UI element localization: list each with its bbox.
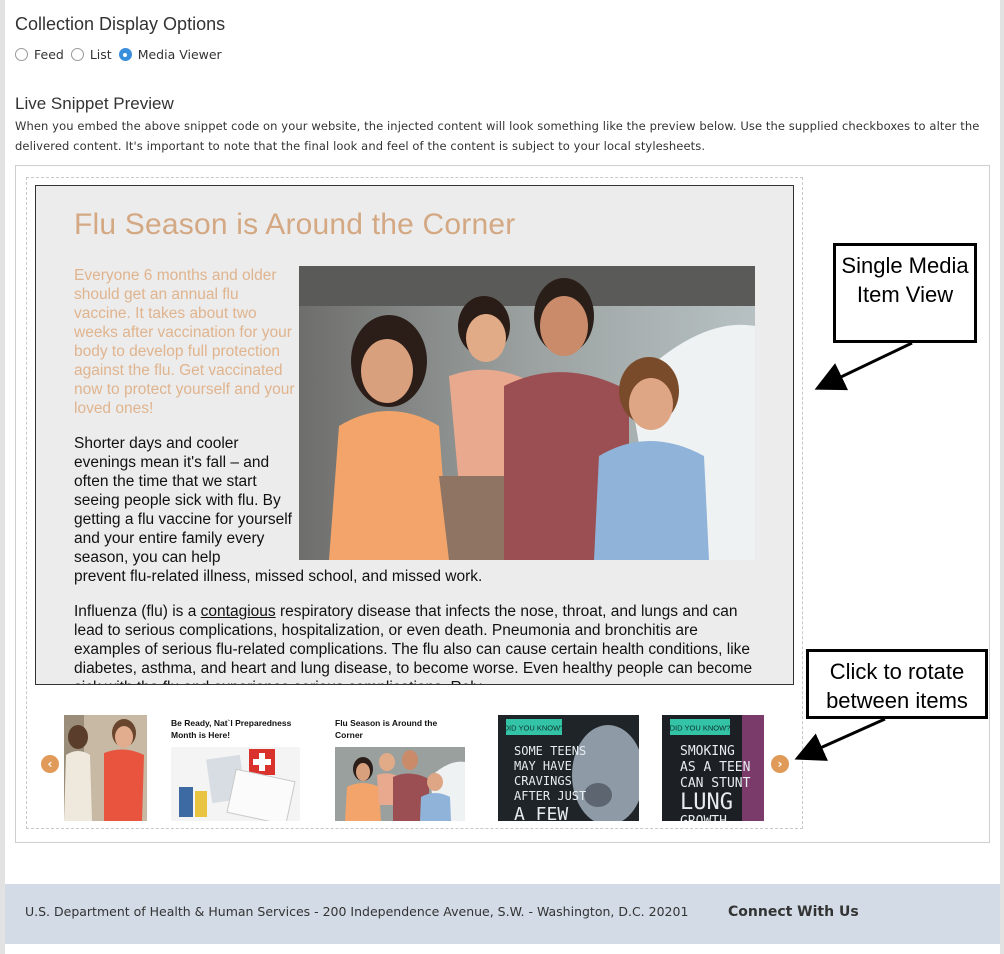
radio-media-viewer-button[interactable]	[118, 48, 132, 61]
media-item-title: Flu Season is Around the Corner	[74, 208, 516, 241]
media-viewer-panel[interactable]: Flu Season is Around the Corner Everyone…	[35, 185, 794, 685]
radio-feed-button[interactable]	[15, 48, 28, 61]
callout-single-media-item-view: Single Media Item View	[833, 243, 977, 343]
paragraph-2-start: Influenza (flu) is a	[74, 603, 201, 620]
svg-text:CRAVINGS: CRAVINGS	[514, 774, 572, 788]
carousel-item-1[interactable]	[64, 715, 147, 821]
radio-list[interactable]: List	[70, 47, 112, 62]
preview-description: When you embed the above snippet code on…	[15, 119, 980, 153]
svg-text:GROWTH: GROWTH	[680, 814, 727, 821]
live-snippet-preview-heading: Live Snippet Preview	[15, 94, 174, 113]
collection-display-options-heading: Collection Display Options	[15, 14, 226, 34]
chevron-right-icon: ›	[777, 757, 783, 771]
carousel-item-4-badge: DID YOU KNOW?	[504, 724, 565, 733]
carousel-item-3-caption: Flu Season is Around the Corner	[335, 718, 438, 740]
carousel-item-2-caption: Be Ready, Nat`l Preparedness Month is He…	[171, 718, 292, 740]
media-item-lead-text: Everyone 6 months and older should get a…	[74, 267, 295, 417]
svg-text:MAY HAVE: MAY HAVE	[514, 759, 572, 773]
footer-address: U.S. Department of Health & Human Servic…	[25, 904, 689, 919]
svg-text:A FEW: A FEW	[514, 804, 568, 821]
carousel-item-2[interactable]: Be Ready, Nat`l Preparedness Month is He…	[171, 715, 300, 821]
contagious-link[interactable]: contagious	[201, 603, 276, 620]
svg-text:SOME TEENS: SOME TEENS	[514, 744, 586, 758]
page-frame-left	[0, 0, 5, 954]
radio-feed[interactable]: Feed	[15, 47, 64, 62]
carousel-item-3[interactable]: Flu Season is Around the Corner	[335, 715, 465, 821]
callout-click-to-rotate: Click to rotate between items	[806, 649, 988, 719]
media-item-paragraph-1-end: prevent flu-related illness, missed scho…	[74, 568, 483, 585]
svg-text:SMOKING: SMOKING	[680, 744, 735, 759]
radio-media-viewer[interactable]: Media Viewer	[118, 47, 222, 62]
svg-text:CAN STUNT: CAN STUNT	[680, 776, 751, 791]
page-frame-right	[1000, 0, 1004, 954]
svg-text:LUNG: LUNG	[680, 790, 733, 815]
carousel-item-5[interactable]: DID YOU KNOW? SMOKING AS A TEEN CAN STUN…	[662, 715, 764, 821]
site-footer: U.S. Department of Health & Human Servic…	[5, 884, 1000, 951]
radio-list-label: List	[89, 47, 112, 62]
carousel-item-5-badge: DID YOU KNOW?	[670, 724, 731, 733]
chevron-left-icon: ‹	[47, 757, 53, 771]
radio-list-button[interactable]	[70, 48, 84, 61]
footer-bottom-strip	[5, 944, 1000, 954]
display-options-radio-group: Feed List Media Viewer	[15, 47, 229, 62]
radio-feed-label: Feed	[34, 47, 64, 62]
media-item-paragraph-1: Shorter days and cooler evenings mean it…	[74, 435, 292, 566]
radio-media-viewer-label: Media Viewer	[137, 47, 222, 62]
svg-text:AS A TEEN: AS A TEEN	[680, 760, 750, 775]
footer-connect-with-us[interactable]: Connect With Us	[728, 904, 859, 920]
carousel-item-4[interactable]: DID YOU KNOW? SOME TEENS MAY HAVE CRAVIN…	[498, 715, 639, 821]
carousel-prev-button[interactable]: ‹	[41, 755, 59, 773]
carousel-next-button[interactable]: ›	[771, 755, 789, 773]
media-item-paragraph-2: Influenza (flu) is a contagious respirat…	[74, 602, 764, 684]
svg-text:AFTER JUST: AFTER JUST	[514, 789, 586, 803]
family-photo	[299, 266, 755, 560]
